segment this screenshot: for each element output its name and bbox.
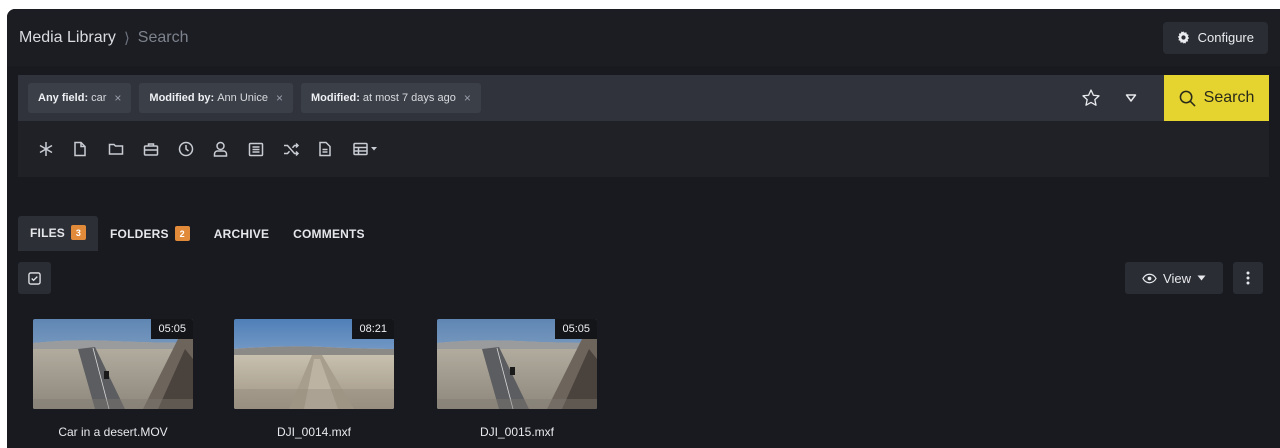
tab-folders[interactable]: FOLDERS 2	[98, 216, 202, 251]
count-badge: 2	[174, 226, 190, 241]
file-card[interactable]: 05:05 Car in a desert.MOV	[33, 319, 193, 439]
asterisk-icon[interactable]	[38, 134, 73, 164]
filter-key: Any field:	[38, 92, 89, 104]
filter-chip-modified[interactable]: Modified: at most 7 days ago ×	[300, 83, 481, 113]
breadcrumb-search: Search	[137, 28, 189, 46]
tab-label: ARCHIVE	[213, 226, 270, 241]
remove-filter-icon[interactable]: ×	[464, 91, 471, 105]
filter-toolbar	[18, 121, 1269, 177]
kebab-menu-icon	[1246, 271, 1250, 285]
document-icon[interactable]	[318, 134, 353, 164]
folder-icon[interactable]	[108, 134, 143, 164]
tab-comments[interactable]: COMMENTS	[281, 216, 377, 251]
briefcase-icon[interactable]	[143, 134, 178, 164]
filter-key: Modified by:	[149, 92, 215, 104]
file-icon[interactable]	[73, 134, 108, 164]
view-label: View	[1163, 270, 1191, 286]
duration-badge: 05:05	[151, 319, 193, 339]
table-icon[interactable]	[353, 134, 397, 164]
eye-icon	[1142, 273, 1157, 283]
search-icon	[1179, 90, 1196, 107]
remove-filter-icon[interactable]: ×	[276, 91, 283, 105]
duration-badge: 05:05	[555, 319, 597, 339]
filter-value: at most 7 days ago	[362, 92, 456, 104]
duration-badge: 08:21	[352, 319, 394, 339]
file-name[interactable]: DJI_0015.mxf	[437, 425, 597, 439]
filter-value: Ann Unice	[217, 92, 268, 104]
result-tabs: FILES 3 FOLDERS 2 ARCHIVE COMMENTS	[18, 216, 377, 251]
header-bar: Media Library ⟩ Search Configure	[7, 9, 1280, 66]
select-all-checkbox[interactable]	[18, 262, 51, 294]
file-name[interactable]: DJI_0014.mxf	[234, 425, 394, 439]
count-badge: 3	[71, 225, 87, 240]
search-bar: Any field: car × Modified by: Ann Unice …	[18, 75, 1269, 121]
shuffle-icon[interactable]	[283, 134, 318, 164]
breadcrumb-media-library[interactable]: Media Library	[19, 29, 116, 47]
search-button[interactable]: Search	[1164, 75, 1269, 121]
configure-label: Configure	[1197, 30, 1254, 45]
search-label: Search	[1203, 89, 1255, 106]
breadcrumb: Media Library ⟩ Search	[19, 29, 189, 47]
tab-archive[interactable]: ARCHIVE	[202, 216, 281, 251]
video-thumbnail[interactable]: 05:05	[437, 319, 597, 409]
filter-chip-modified-by[interactable]: Modified by: Ann Unice ×	[139, 83, 293, 113]
video-thumbnail[interactable]: 08:21	[234, 319, 394, 409]
tab-files[interactable]: FILES 3	[18, 216, 99, 251]
tab-label: FILES	[30, 225, 66, 240]
gear-icon	[1177, 31, 1189, 44]
filter-key: Modified:	[310, 92, 360, 104]
chevron-down-icon	[1197, 275, 1206, 281]
checkbox-icon	[28, 271, 41, 285]
tab-label: COMMENTS	[293, 226, 365, 241]
view-button[interactable]: View	[1125, 262, 1223, 294]
clock-icon[interactable]	[178, 134, 213, 164]
save-search-star-icon[interactable]	[1078, 85, 1104, 111]
breadcrumb-separator: ⟩	[123, 29, 130, 47]
user-icon[interactable]	[213, 134, 248, 164]
app-window: Media Library ⟩ Search Configure Any fie…	[7, 9, 1280, 448]
filter-value: car	[91, 92, 107, 104]
more-options-button[interactable]	[1233, 262, 1263, 294]
file-card[interactable]: 08:21 DJI_0014.mxf	[234, 319, 394, 439]
remove-filter-icon[interactable]: ×	[114, 91, 121, 105]
configure-button[interactable]: Configure	[1162, 21, 1268, 54]
list-icon[interactable]	[248, 134, 283, 164]
search-options-caret-icon[interactable]	[1118, 85, 1144, 111]
file-card[interactable]: 05:05 DJI_0015.mxf	[437, 319, 597, 439]
filter-chip-any-field[interactable]: Any field: car ×	[28, 83, 132, 113]
file-name[interactable]: Car in a desert.MOV	[33, 425, 193, 439]
video-thumbnail[interactable]: 05:05	[33, 319, 193, 409]
tab-label: FOLDERS	[110, 226, 169, 241]
